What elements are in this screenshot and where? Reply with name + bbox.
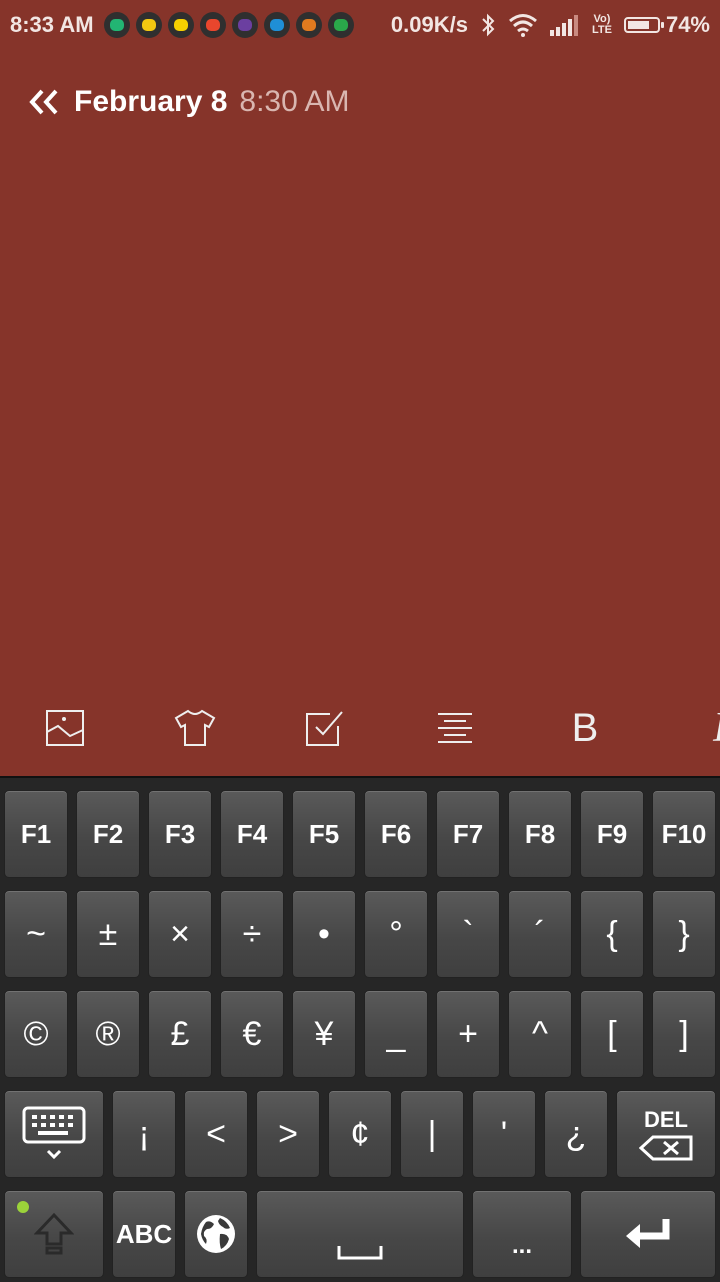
abc-button[interactable]: ABC xyxy=(112,1190,176,1278)
key-euro[interactable]: € xyxy=(220,990,284,1078)
wifi-icon xyxy=(509,14,537,37)
volte-indicator: Vo) LTE xyxy=(591,13,612,36)
backspace-icon xyxy=(639,1135,693,1161)
italic-button[interactable]: I xyxy=(690,698,720,758)
status-time: 8:33 AM xyxy=(10,12,94,37)
bold-icon: B xyxy=(571,705,599,750)
checkbox-icon xyxy=(306,711,343,746)
key-inverted-question[interactable]: ¿ xyxy=(544,1090,608,1178)
note-body[interactable] xyxy=(0,140,720,690)
key-f5[interactable]: F5 xyxy=(292,790,356,878)
key-tilde[interactable]: ~ xyxy=(4,890,68,978)
key-divide[interactable]: ÷ xyxy=(220,890,284,978)
key-caret[interactable]: ^ xyxy=(508,990,572,1078)
more-symbols-button[interactable]: ... xyxy=(472,1190,572,1278)
formatting-toolbar: B I xyxy=(0,698,720,758)
key-inverted-exclamation[interactable]: ¡ xyxy=(112,1090,176,1178)
network-speed: 0.09K/s xyxy=(390,12,468,37)
checklist-button[interactable] xyxy=(295,698,355,758)
delete-button[interactable]: DEL xyxy=(616,1090,716,1178)
key-underscore[interactable]: _ xyxy=(364,990,428,1078)
battery-percent: 74% xyxy=(665,12,710,37)
key-multiply[interactable]: × xyxy=(148,890,212,978)
key-right-brace[interactable]: } xyxy=(652,890,716,978)
bold-button[interactable]: B xyxy=(555,698,615,758)
key-bullet[interactable]: • xyxy=(292,890,356,978)
key-pound[interactable]: £ xyxy=(148,990,212,1078)
signal-icon xyxy=(549,15,578,36)
status-bar: 8:33 AM 0.09K/s Vo) LTE 74% xyxy=(0,0,720,50)
image-button[interactable] xyxy=(35,698,95,758)
key-acute[interactable]: ´ xyxy=(508,890,572,978)
more-symbols-label: ... xyxy=(511,1232,532,1259)
note-header: February 8 8:30 AM xyxy=(28,80,349,124)
key-left-bracket[interactable]: [ xyxy=(580,990,644,1078)
key-f3[interactable]: F3 xyxy=(148,790,212,878)
note-date: February 8 xyxy=(74,85,228,118)
key-f4[interactable]: F4 xyxy=(220,790,284,878)
shift-button[interactable] xyxy=(4,1190,104,1278)
purple-app-icon xyxy=(231,12,258,38)
key-f6[interactable]: F6 xyxy=(364,790,428,878)
enter-arrow-icon xyxy=(626,1219,670,1248)
yellow-dot-icon xyxy=(167,12,194,38)
key-right-bracket[interactable]: ] xyxy=(652,990,716,1078)
align-icon xyxy=(438,713,472,743)
key-plus[interactable]: + xyxy=(436,990,500,1078)
delete-label: DEL xyxy=(644,1107,688,1132)
key-f10[interactable]: F10 xyxy=(652,790,716,878)
key-degree[interactable]: ° xyxy=(364,890,428,978)
key-registered[interactable]: ® xyxy=(76,990,140,1078)
key-cent[interactable]: ¢ xyxy=(328,1090,392,1178)
image-icon xyxy=(46,710,84,746)
globe-icon xyxy=(197,1215,235,1253)
shirt-icon xyxy=(174,709,216,746)
shift-led-indicator xyxy=(17,1201,29,1213)
key-f9[interactable]: F9 xyxy=(580,790,644,878)
key-yen[interactable]: ¥ xyxy=(292,990,356,1078)
key-f2[interactable]: F2 xyxy=(76,790,140,878)
key-plus-minus[interactable]: ± xyxy=(76,890,140,978)
space-bar[interactable] xyxy=(256,1190,464,1278)
battery-indicator: 74% xyxy=(623,12,710,38)
yellow-app-icon xyxy=(135,12,162,38)
theme-button[interactable] xyxy=(165,698,225,758)
notification-icons xyxy=(103,12,354,38)
key-apostrophe[interactable]: ' xyxy=(472,1090,536,1178)
back-double-chevron-icon[interactable] xyxy=(28,88,60,116)
bluetooth-icon xyxy=(482,13,495,37)
key-f8[interactable]: F8 xyxy=(508,790,572,878)
key-backtick[interactable]: ` xyxy=(436,890,500,978)
key-greater-than[interactable]: > xyxy=(256,1090,320,1178)
key-f1[interactable]: F1 xyxy=(4,790,68,878)
orange-app-icon xyxy=(295,12,322,38)
green-app-icon xyxy=(103,12,130,38)
hide-keyboard-button[interactable] xyxy=(4,1090,104,1178)
green-m-icon xyxy=(327,12,354,38)
key-left-brace[interactable]: { xyxy=(580,890,644,978)
keyboard: F1 F2 F3 F4 F5 F6 F7 F8 F9 F10 ~ ± × ÷ •… xyxy=(0,776,720,1282)
key-copyright[interactable]: © xyxy=(4,990,68,1078)
enter-button[interactable] xyxy=(580,1190,716,1278)
note-time: 8:30 AM xyxy=(239,85,350,118)
key-less-than[interactable]: < xyxy=(184,1090,248,1178)
alignment-button[interactable] xyxy=(425,698,485,758)
battery-icon xyxy=(623,17,664,33)
download-icon xyxy=(263,12,290,38)
bs-app-icon xyxy=(199,12,226,38)
keyboard-hide-icon xyxy=(22,1106,86,1160)
key-f7[interactable]: F7 xyxy=(436,790,500,878)
space-icon xyxy=(337,1246,383,1260)
language-button[interactable] xyxy=(184,1190,248,1278)
italic-icon: I xyxy=(713,704,720,752)
key-pipe[interactable]: | xyxy=(400,1090,464,1178)
shift-arrow-icon xyxy=(34,1212,74,1255)
